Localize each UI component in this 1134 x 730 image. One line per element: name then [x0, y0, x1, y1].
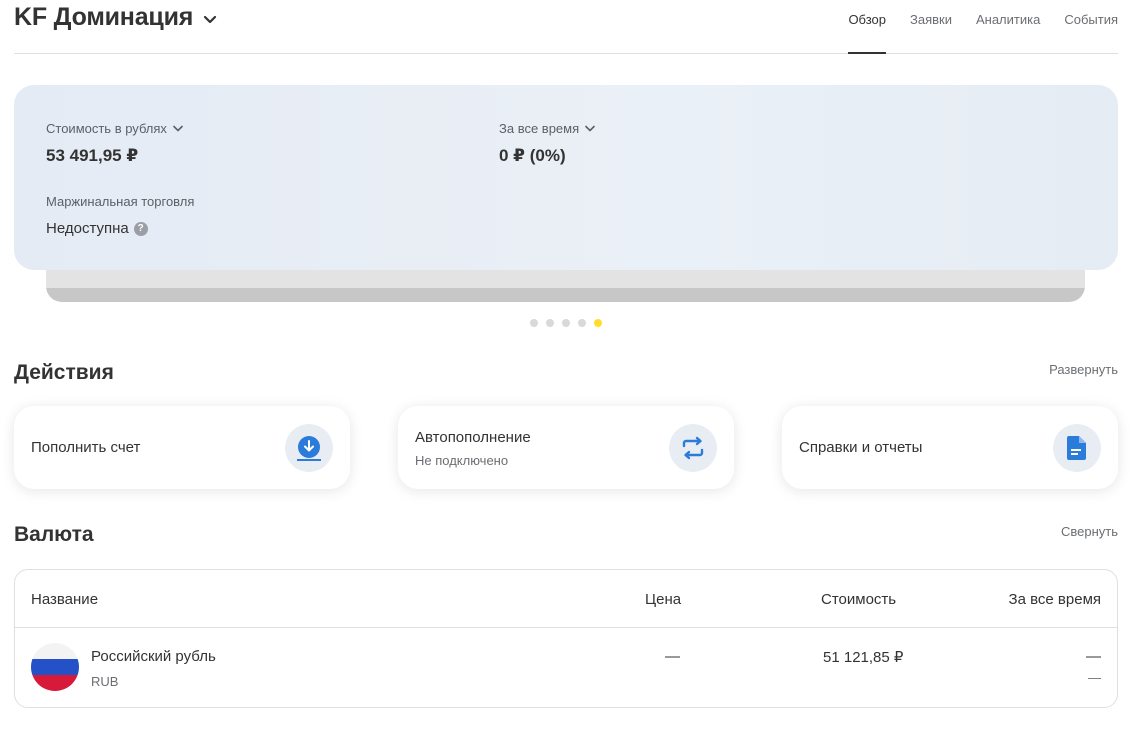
column-header-value[interactable]: Стоимость	[821, 591, 896, 608]
chevron-down-icon	[173, 125, 183, 132]
currency-name[interactable]: Российский рубль	[91, 648, 216, 665]
header: KF Доминация Обзор Заявки Аналитика Собы…	[14, 0, 1118, 54]
summary-card: Стоимость в рублях 53 491,95 ₽ За все вр…	[14, 85, 1118, 270]
column-header-price[interactable]: Цена	[645, 591, 681, 608]
action-label: Автопополнение	[415, 429, 531, 446]
account-selector[interactable]: KF Доминация	[14, 3, 217, 32]
action-autopay[interactable]: Автопополнение Не подключено	[398, 406, 734, 489]
action-label: Пополнить счет	[31, 439, 141, 456]
currency-value: 51 121,85 ₽	[823, 649, 904, 666]
portfolio-value: 53 491,95 ₽	[46, 146, 139, 165]
value-label: Стоимость в рублях	[46, 121, 167, 136]
column-header-name[interactable]: Название	[31, 591, 98, 608]
action-reports[interactable]: Справки и отчеты	[782, 406, 1118, 489]
question-icon[interactable]: ?	[133, 221, 148, 236]
actions-title: Действия	[14, 361, 114, 384]
margin-label: Маржинальная торговля	[46, 194, 195, 209]
carousel-dot[interactable]	[578, 319, 586, 327]
margin-status: Недоступна ?	[46, 220, 148, 237]
collapse-link[interactable]: Свернуть	[1061, 524, 1118, 539]
currency-total: —	[1086, 648, 1101, 665]
repeat-icon	[669, 424, 717, 472]
expand-link[interactable]: Развернуть	[1049, 362, 1118, 377]
currency-ticker: RUB	[91, 674, 119, 689]
russia-flag-icon	[31, 643, 79, 691]
account-title: KF Доминация	[14, 3, 194, 31]
tab-overview[interactable]: Обзор	[848, 0, 886, 54]
document-icon	[1053, 424, 1101, 472]
value-currency-selector[interactable]: Стоимость в рублях	[46, 121, 183, 136]
column-header-total[interactable]: За все время	[1009, 591, 1101, 608]
period-label: За все время	[499, 121, 580, 136]
tab-events[interactable]: События	[1064, 0, 1118, 53]
tab-orders[interactable]: Заявки	[910, 0, 952, 53]
action-top-up[interactable]: Пополнить счет	[14, 406, 350, 489]
chevron-down-icon	[585, 125, 595, 132]
carousel-dot[interactable]	[562, 319, 570, 327]
period-selector[interactable]: За все время	[499, 121, 595, 136]
chevron-down-icon	[204, 15, 217, 23]
margin-value: Недоступна	[46, 220, 129, 237]
carousel-dot-active[interactable]	[594, 319, 602, 327]
currency-table: Название Цена Стоимость За все время Рос…	[14, 569, 1118, 708]
carousel-dot[interactable]	[530, 319, 538, 327]
tab-analytics[interactable]: Аналитика	[976, 0, 1040, 53]
period-profit-value: 0 ₽ (0%)	[499, 146, 566, 165]
action-sub: Не подключено	[415, 453, 509, 468]
nav-tabs: Обзор Заявки Аналитика События	[824, 0, 1118, 54]
carousel-dot[interactable]	[546, 319, 554, 327]
currency-title: Валюта	[14, 523, 94, 546]
currency-price: —	[665, 648, 680, 665]
action-label: Справки и отчеты	[799, 439, 923, 456]
download-icon	[285, 424, 333, 472]
header-divider	[15, 627, 1117, 628]
carousel-pagination	[530, 319, 610, 327]
currency-total-sub: —	[1088, 670, 1101, 685]
